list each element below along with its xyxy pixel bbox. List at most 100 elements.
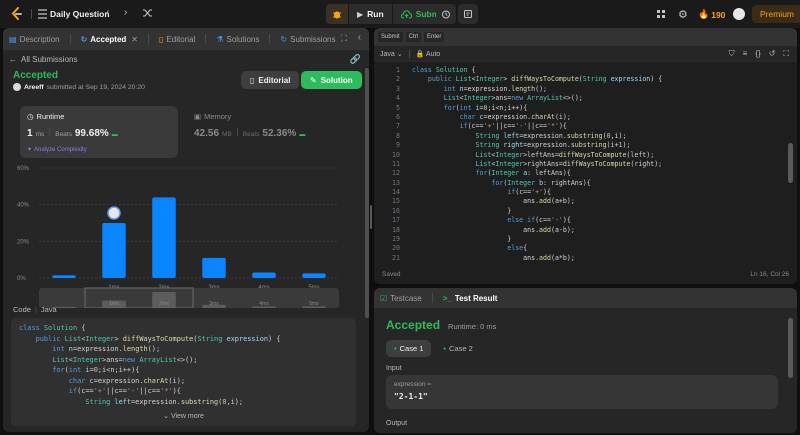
code-token: '*': [160, 387, 173, 395]
histogram-bar: [302, 273, 326, 278]
premium-button[interactable]: Premium: [752, 5, 800, 23]
view-more-button[interactable]: ⌄ View more: [11, 412, 356, 420]
code-token: <>();: [562, 94, 583, 103]
maximize-icon[interactable]: ⛶: [341, 33, 347, 44]
solution-button[interactable]: ✎ Solution: [301, 71, 362, 89]
language-select[interactable]: Java ⌄: [380, 50, 403, 58]
code-token: for: [19, 366, 65, 374]
runtime-values: 1 ms Beats 99.68% ▬: [27, 128, 118, 139]
close-icon[interactable]: ✕: [131, 35, 138, 44]
debug-button[interactable]: [326, 4, 348, 24]
code-token: Integer: [475, 75, 504, 84]
code-token: length: [122, 345, 148, 353]
divider: [269, 34, 271, 44]
code-token: '-': [550, 216, 563, 225]
cloud-upload-icon: [400, 9, 412, 19]
code-token: >leftAns=: [523, 150, 559, 159]
submitted-code-block[interactable]: class Solution { public List<Integer> di…: [11, 318, 356, 426]
memory-unit: MB: [222, 131, 232, 138]
line-number: 9: [396, 141, 400, 150]
notes-button[interactable]: [458, 4, 478, 24]
case-label: Case 2: [449, 344, 473, 353]
username[interactable]: Areeff: [24, 84, 44, 91]
problem-list-title[interactable]: Daily Question: [50, 9, 110, 19]
code-token: =expression.: [463, 84, 512, 93]
code-token: Integer: [495, 150, 524, 159]
code-token: (c==: [467, 122, 484, 131]
code-editor[interactable]: 1 class Solution {2 public List<Integer> …: [374, 65, 789, 263]
tab-test-result[interactable]: >_ Test Result: [443, 294, 498, 303]
logo-icon[interactable]: [10, 7, 24, 21]
next-problem-icon[interactable]: ›: [124, 7, 127, 18]
bookmark-icon[interactable]: ⛉: [729, 49, 735, 59]
cursor-position: Ln 16, Col 26: [750, 271, 789, 278]
layout-grid-icon[interactable]: [656, 9, 666, 19]
prev-problem-icon[interactable]: ‹: [106, 7, 109, 18]
memory-value: 42.56: [194, 128, 220, 139]
code-token: Integer: [463, 94, 492, 103]
memory-card[interactable]: ▣ Memory 42.56 MB Beats 52.36% ▬: [189, 106, 349, 158]
case-1-tab[interactable]: • Case 1: [386, 340, 432, 357]
hotkey-enter: Enter: [424, 32, 445, 42]
tab-editorial[interactable]: ▯ Editorial: [159, 35, 195, 44]
code-token: for: [412, 178, 504, 187]
editorial-button[interactable]: ▯ Editorial: [241, 71, 300, 89]
run-label: Run: [367, 9, 384, 19]
histogram-bar: [252, 272, 276, 278]
code-token: public: [412, 75, 456, 84]
vertical-splitter[interactable]: [370, 205, 372, 229]
gear-icon[interactable]: ⚙: [678, 8, 688, 21]
run-button[interactable]: ▶ Run: [349, 4, 392, 24]
submitter-line: Areeff submitted at Sep 19, 2024 20:20: [13, 83, 145, 91]
link-icon[interactable]: 🔗: [350, 54, 361, 65]
editor-scrollbar[interactable]: [788, 143, 793, 183]
expand-icon[interactable]: ⛶: [783, 49, 789, 59]
beats-emoji-icon: ▬: [111, 132, 118, 138]
y-tick-label: 60%: [17, 166, 30, 172]
code-token: public: [19, 334, 65, 343]
auto-mode-toggle[interactable]: 🔒 Auto: [416, 50, 441, 58]
tab-testcase[interactable]: ☑ Testcase: [380, 294, 422, 303]
code-line: 6 char c=expression.charAt(i);: [374, 113, 789, 122]
memory-beats: 52.36%: [262, 128, 297, 139]
runtime-card[interactable]: ◷ Runtime 1 ms Beats 99.68% ▬ ✦ Analyze Co…: [20, 106, 178, 158]
timer-button[interactable]: [436, 4, 456, 24]
memory-header: ▣ Memory: [194, 112, 231, 121]
reset-icon[interactable]: ↺: [769, 49, 776, 59]
tab-accepted[interactable]: ↻ Accepted ✕: [81, 35, 138, 44]
tab-solutions[interactable]: ⚗ Solutions: [216, 35, 259, 44]
code-line: if(c=='+'||c=='-'||c=='*'){: [19, 386, 348, 397]
output-label: Output: [386, 420, 408, 427]
console-scrollbar[interactable]: [788, 318, 793, 378]
back-label: All Submissions: [21, 55, 78, 64]
code-token: >: [114, 334, 123, 343]
tab-submissions[interactable]: ↻ Submissions: [280, 35, 335, 44]
code-token: ) {: [268, 334, 281, 343]
format-icon[interactable]: ≡: [743, 49, 748, 59]
code-line: class Solution {: [19, 323, 348, 334]
divider: [148, 34, 149, 44]
tab-description[interactable]: ▤ Description: [9, 35, 60, 44]
alarm-clock-icon: [442, 10, 450, 19]
back-link[interactable]: ← All Submissions: [9, 55, 77, 64]
code-token: <>();: [176, 355, 198, 364]
code-token: =expression.: [519, 131, 567, 140]
code-token: '*': [547, 122, 559, 131]
analyze-link[interactable]: ✦ Analyze Complexity: [27, 146, 87, 154]
console-panel: ☑ Testcase >_ Test Result Accepted Runtime…: [374, 288, 797, 433]
shuffle-icon[interactable]: [142, 8, 153, 18]
braces-icon[interactable]: {}: [755, 49, 760, 59]
history-icon: ↻: [80, 34, 88, 44]
collapse-icon[interactable]: ‹: [358, 32, 361, 43]
avatar[interactable]: [733, 8, 745, 20]
code-token: int: [68, 366, 86, 374]
code-line: 16 }: [374, 207, 789, 216]
left-scrollbar[interactable]: [365, 68, 369, 318]
play-icon: ▶: [357, 9, 364, 19]
streak-badge[interactable]: 🔥 190: [698, 9, 725, 20]
case-2-tab[interactable]: • Case 2: [437, 340, 478, 357]
code-header: Code | Java: [13, 305, 57, 314]
editorial-label: Editorial: [258, 75, 291, 85]
code-token: ) {: [650, 75, 663, 84]
problem-list-icon[interactable]: [36, 8, 48, 20]
